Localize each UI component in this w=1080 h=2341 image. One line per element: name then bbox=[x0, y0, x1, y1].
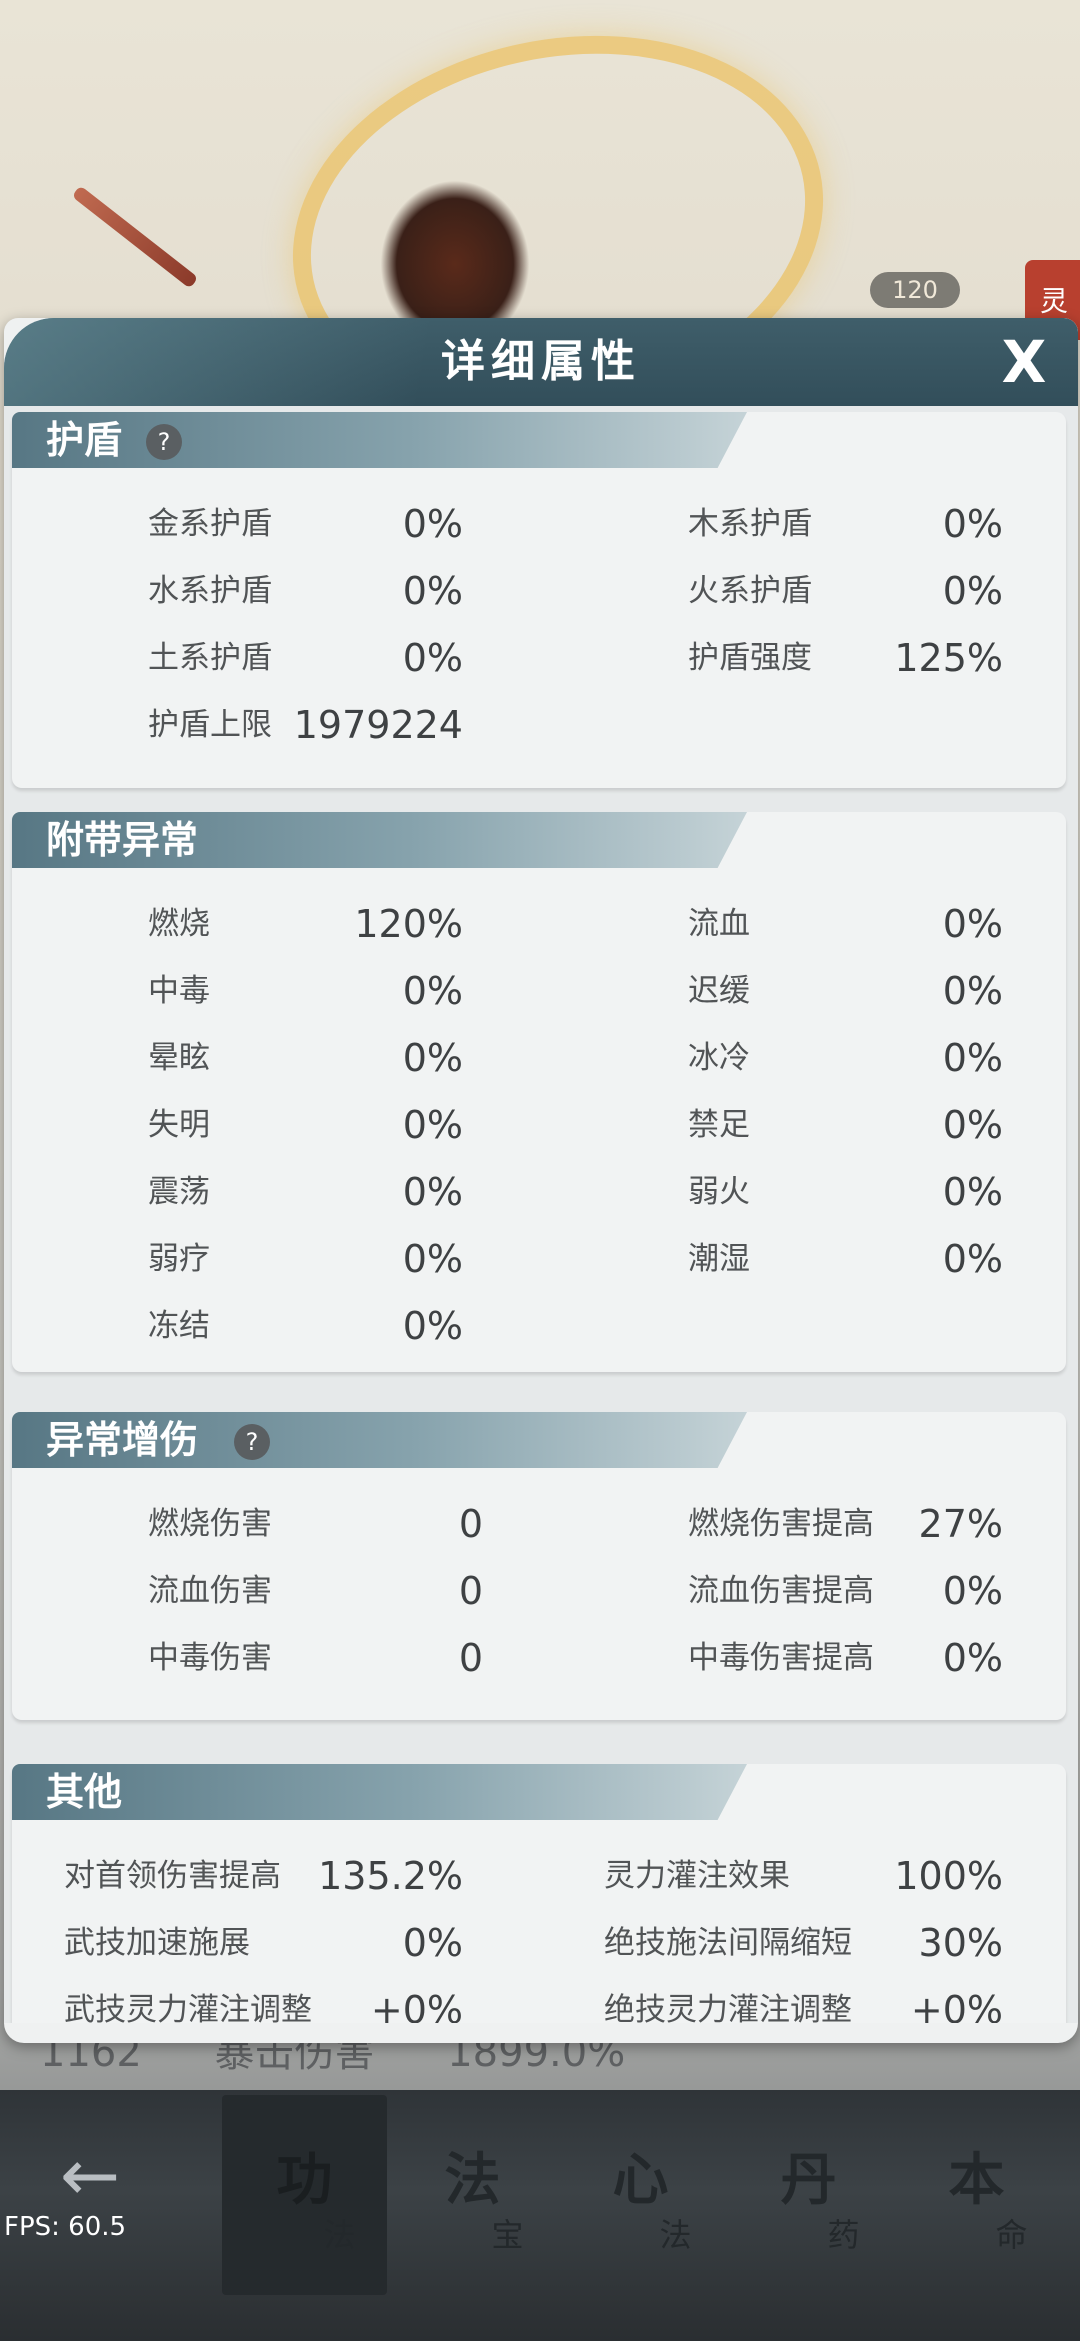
stat-value: 0% bbox=[942, 1569, 1003, 1613]
tab-xinfa-main: 心 bbox=[612, 2148, 669, 2213]
stat-value: 0% bbox=[942, 1237, 1003, 1281]
stat-label: 燃烧伤害提高 bbox=[688, 1506, 874, 1542]
tab-benming[interactable]: 本 命 bbox=[894, 2095, 1059, 2295]
stat-label: 金系护盾 bbox=[148, 506, 272, 542]
tab-gongfa-main: 功 bbox=[276, 2148, 333, 2213]
stat-label: 中毒 bbox=[148, 973, 210, 1009]
level-badge: 120 bbox=[870, 272, 960, 308]
section-shield: 护盾 ? 金系护盾 0% 木系护盾 0% 水系护盾 0% 火系护盾 0% 土系护… bbox=[12, 412, 1066, 788]
stat-value: 0% bbox=[942, 502, 1003, 546]
fps-counter: FPS: 60.5 bbox=[4, 2212, 127, 2242]
stat-label: 土系护盾 bbox=[148, 640, 272, 676]
tab-benming-main: 本 bbox=[948, 2148, 1005, 2213]
stat-value: 0% bbox=[402, 1237, 463, 1281]
back-arrow-icon[interactable]: ← bbox=[40, 2135, 140, 2215]
stat-label: 绝技施法间隔缩短 bbox=[604, 1925, 852, 1961]
stat-label: 迟缓 bbox=[688, 973, 750, 1009]
stat-label: 震荡 bbox=[148, 1174, 210, 1210]
stat-value: 0% bbox=[942, 1103, 1003, 1147]
tab-fabao-main: 法 bbox=[444, 2148, 501, 2213]
section-abnormal-damage: 异常增伤 ? 燃烧伤害 0 燃烧伤害提高 27% 流血伤害 0 流血伤害提高 0… bbox=[12, 1412, 1066, 1720]
stat-value: 0% bbox=[942, 969, 1003, 1013]
stat-value: 30% bbox=[918, 1921, 1003, 1965]
dialog-scroll-area[interactable]: 护盾 ? 金系护盾 0% 木系护盾 0% 水系护盾 0% 火系护盾 0% 土系护… bbox=[4, 406, 1078, 2023]
help-icon[interactable]: ? bbox=[234, 1424, 270, 1460]
stat-label: 中毒伤害提高 bbox=[688, 1640, 874, 1676]
stat-value: 0% bbox=[942, 569, 1003, 613]
stat-label: 武技加速施展 bbox=[64, 1925, 250, 1961]
stat-value: 0 bbox=[458, 1636, 483, 1680]
stat-label: 绝技灵力灌注调整 bbox=[604, 1992, 852, 2023]
tab-danyao-main: 丹 bbox=[780, 2148, 837, 2213]
stat-value: 0% bbox=[402, 1103, 463, 1147]
stat-value: 0% bbox=[402, 1304, 463, 1348]
tab-fabao-sub: 宝 bbox=[491, 2216, 524, 2254]
tab-fabao[interactable]: 法 宝 bbox=[390, 2095, 555, 2295]
tab-gongfa[interactable]: 功 法 bbox=[222, 2095, 387, 2295]
stat-label: 木系护盾 bbox=[688, 506, 812, 542]
dialog-title: 详细属性 bbox=[441, 336, 641, 387]
stat-value: 0% bbox=[942, 1170, 1003, 1214]
stat-label: 对首领伤害提高 bbox=[64, 1858, 281, 1894]
tab-danyao[interactable]: 丹 药 bbox=[726, 2095, 891, 2295]
stat-value: 0% bbox=[942, 1036, 1003, 1080]
stat-label: 护盾上限 bbox=[148, 707, 272, 743]
stat-label: 流血 bbox=[688, 906, 750, 942]
stat-label: 水系护盾 bbox=[148, 573, 272, 609]
close-button[interactable]: X bbox=[992, 330, 1056, 394]
stat-label: 燃烧 bbox=[148, 906, 210, 942]
stat-label: 武技灵力灌注调整 bbox=[64, 1992, 312, 2023]
stat-value: 0% bbox=[402, 636, 463, 680]
stat-label: 冰冷 bbox=[688, 1040, 750, 1076]
stat-label: 燃烧伤害 bbox=[148, 1506, 272, 1542]
stat-value: 125% bbox=[894, 636, 1003, 680]
stat-value: 135.2% bbox=[318, 1854, 463, 1898]
tab-benming-sub: 命 bbox=[995, 2216, 1028, 2254]
stat-label: 弱疗 bbox=[148, 1241, 210, 1277]
stat-label: 护盾强度 bbox=[688, 640, 812, 676]
section-title: 护盾 bbox=[46, 418, 123, 462]
character-portrait bbox=[380, 180, 530, 320]
stat-value: 0% bbox=[942, 902, 1003, 946]
section-header-bar bbox=[12, 1764, 747, 1820]
stat-label: 火系护盾 bbox=[688, 573, 812, 609]
tab-danyao-sub: 药 bbox=[827, 2216, 860, 2254]
stat-value: 0 bbox=[458, 1569, 483, 1613]
stat-value: 100% bbox=[894, 1854, 1003, 1898]
section-other: 其他 对首领伤害提高 135.2% 灵力灌注效果 100% 武技加速施展 0% … bbox=[12, 1764, 1066, 2023]
stat-value: 120% bbox=[354, 902, 463, 946]
stat-label: 流血伤害提高 bbox=[688, 1573, 874, 1609]
stat-value: 0% bbox=[402, 1921, 463, 1965]
stat-value: 0% bbox=[402, 969, 463, 1013]
stat-value: 0 bbox=[458, 1502, 483, 1546]
stat-value: 0% bbox=[942, 1636, 1003, 1680]
section-title: 附带异常 bbox=[46, 818, 199, 862]
stat-value: 0% bbox=[402, 1036, 463, 1080]
stat-label: 灵力灌注效果 bbox=[604, 1858, 790, 1894]
section-title: 其他 bbox=[46, 1770, 123, 1814]
stat-label: 晕眩 bbox=[148, 1040, 210, 1076]
stat-value: +0% bbox=[910, 1988, 1003, 2023]
help-icon[interactable]: ? bbox=[146, 424, 182, 460]
section-title: 异常增伤 bbox=[46, 1418, 199, 1462]
stat-label: 流血伤害 bbox=[148, 1573, 272, 1609]
stat-value: 0% bbox=[402, 569, 463, 613]
stat-label: 弱火 bbox=[688, 1174, 750, 1210]
stat-label: 潮湿 bbox=[688, 1241, 750, 1277]
section-abnormal: 附带异常 燃烧 120% 流血 0% 中毒 0% 迟缓 0% 晕眩 0% 冰冷 … bbox=[12, 812, 1066, 1372]
stat-value: +0% bbox=[370, 1988, 463, 2023]
stat-value: 0% bbox=[402, 1170, 463, 1214]
tab-xinfa-sub: 法 bbox=[659, 2216, 692, 2254]
stat-value: 27% bbox=[918, 1502, 1003, 1546]
section-header-bar bbox=[12, 412, 747, 468]
stat-label: 禁足 bbox=[688, 1107, 750, 1143]
stat-label: 失明 bbox=[148, 1107, 210, 1143]
stat-value: 1979224 bbox=[293, 703, 463, 747]
stat-label: 冻结 bbox=[148, 1308, 210, 1344]
detail-attributes-dialog: 详细属性 X 护盾 ? 金系护盾 0% 木系护盾 0% 水系护盾 0% 火系护盾… bbox=[4, 318, 1078, 2043]
tab-xinfa[interactable]: 心 法 bbox=[558, 2095, 723, 2295]
stat-value: 0% bbox=[402, 502, 463, 546]
stat-label: 中毒伤害 bbox=[148, 1640, 272, 1676]
tab-gongfa-sub: 法 bbox=[323, 2216, 356, 2254]
